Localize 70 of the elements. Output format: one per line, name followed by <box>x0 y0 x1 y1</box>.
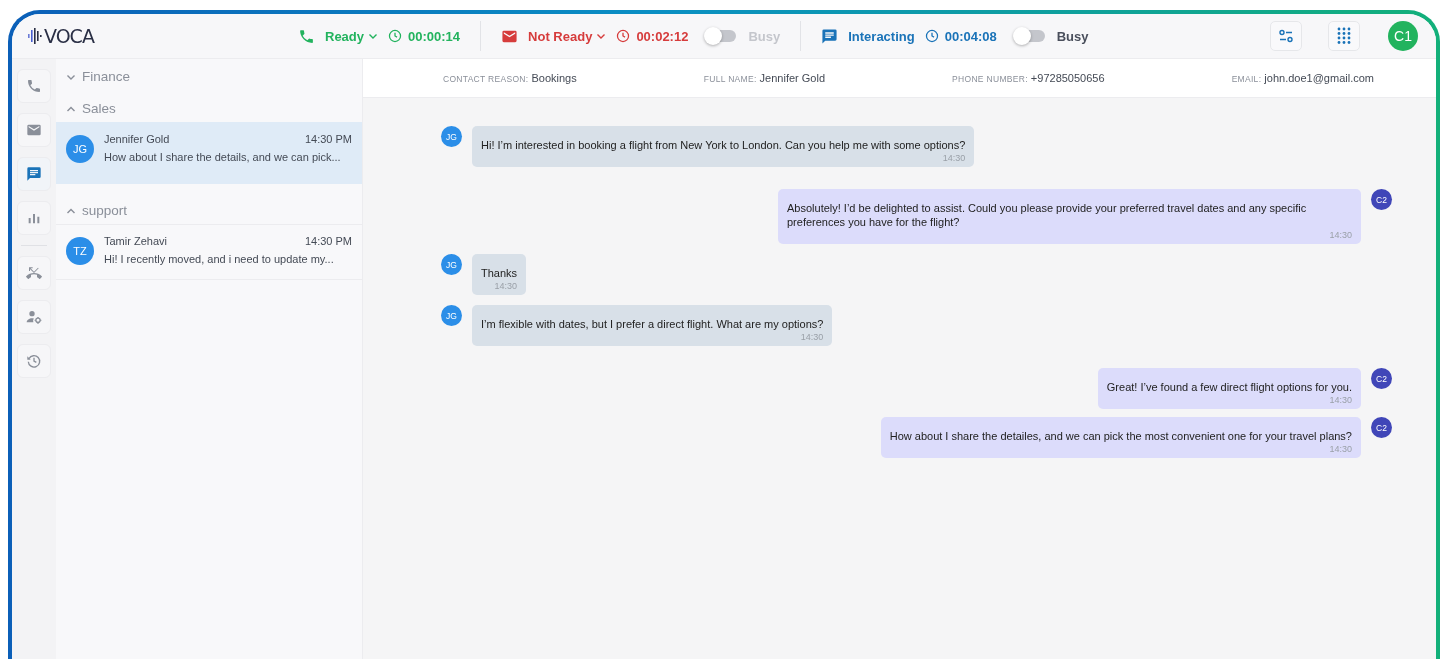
clock-icon <box>616 29 631 43</box>
message-time: 14:30 <box>494 281 518 291</box>
agent-avatar: C2 <box>1371 189 1392 210</box>
toggle-switch[interactable] <box>1014 30 1045 42</box>
message-text: Great! I’ve found a few direct flight options for you. <box>1106 380 1352 394</box>
clock-icon <box>924 29 939 43</box>
contact-avatar: JG <box>441 126 462 147</box>
conversation-item[interactable]: JG Jennifer Gold 14:30 PM How about I share the details, and we can pick... <box>56 122 362 184</box>
group-header[interactable]: Finance <box>56 59 141 90</box>
phone-icon <box>298 27 315 45</box>
message-text: Hi! I’m interested in booking a flight from New York to London. Can you help me with some options? <box>481 138 966 152</box>
contact-field: PHONE NUMBER: +97285050656 <box>952 72 1105 84</box>
phone-icon <box>26 78 42 94</box>
chevron-down-icon <box>368 31 379 41</box>
nav-button[interactable] <box>17 201 51 235</box>
agent-avatar: C2 <box>1371 368 1392 389</box>
message-time: 14:30 <box>800 332 824 342</box>
contact-field: EMAIL: john.doe1@gmail.com <box>1231 72 1374 84</box>
contact-name: Tamir Zehavi <box>104 235 167 247</box>
message-time: 14:30 <box>1329 444 1352 454</box>
sound-bars-icon <box>28 28 42 44</box>
contact-avatar: JG <box>441 305 462 326</box>
status-label[interactable]: Ready <box>325 28 379 44</box>
contact-field: FULL NAME: Jennifer Gold <box>703 72 826 84</box>
conversation-item[interactable]: TZ Tamir Zehavi 14:30 PM Hi! I recently moved, and i need to update my... <box>56 224 362 280</box>
status-timer: 00:02:12 <box>636 28 689 44</box>
message-text: I’m flexible with dates, but I prefer a direct flight. What are my options? <box>481 317 824 331</box>
group-header[interactable]: support <box>56 185 138 224</box>
message-time: 14:30 <box>1329 395 1352 405</box>
message-time: 14:30 <box>942 153 966 163</box>
contact-avatar: JG <box>66 135 94 163</box>
status-label[interactable]: Not Ready <box>528 28 607 44</box>
status-timer: 00:00:14 <box>408 28 461 44</box>
agent-avatar: C2 <box>1371 417 1392 438</box>
message-text: How about I share the detailes, and we can pick the most convenient one for your travel plans? <box>889 429 1352 443</box>
message-text: Absolutely! I’d be delighted to assist. Could you please provide your preferred travel dates and any specific preferences you have for the flight? <box>787 201 1308 229</box>
history-icon <box>26 353 42 369</box>
contact-field: CONTACT REASON: Bookings <box>443 72 577 84</box>
filter-settings-button[interactable] <box>1270 21 1302 51</box>
nav-button[interactable] <box>17 300 51 334</box>
user-gear-icon <box>26 309 42 325</box>
dialpad-button[interactable] <box>1328 21 1360 51</box>
missed-call-icon <box>26 265 42 281</box>
clock-icon <box>388 29 403 43</box>
toggle-label: Busy <box>1056 28 1089 44</box>
status-label: Interacting <box>848 28 915 44</box>
conversation-time: 14:30 PM <box>304 235 352 247</box>
message-time: 14:30 <box>1329 230 1352 240</box>
contact-avatar: JG <box>441 254 462 275</box>
chevron-down-icon <box>596 31 607 41</box>
logo: VOCA <box>44 25 94 47</box>
message-preview: How about I share the details, and we can pick... <box>104 151 342 163</box>
nav-button[interactable] <box>17 344 51 378</box>
nav-button[interactable] <box>17 157 51 191</box>
nav-button[interactable] <box>17 113 51 147</box>
message-text: Thanks <box>481 266 518 280</box>
contact-avatar: TZ <box>66 237 94 265</box>
chat-icon <box>821 27 839 45</box>
nav-button[interactable] <box>17 69 51 103</box>
group-header[interactable]: Sales <box>56 91 126 122</box>
nav-button[interactable] <box>17 256 51 290</box>
sliders-icon <box>1278 28 1294 44</box>
envelope-icon <box>26 122 42 138</box>
dialpad-icon <box>1336 27 1352 45</box>
conversation-time: 14:30 PM <box>304 133 352 145</box>
message-preview: Hi! I recently moved, and i need to update my... <box>104 253 335 265</box>
contact-name: Jennifer Gold <box>104 133 170 145</box>
chat-icon <box>26 166 42 182</box>
user-avatar[interactable]: C1 <box>1388 21 1418 51</box>
status-timer: 00:04:08 <box>944 28 997 44</box>
